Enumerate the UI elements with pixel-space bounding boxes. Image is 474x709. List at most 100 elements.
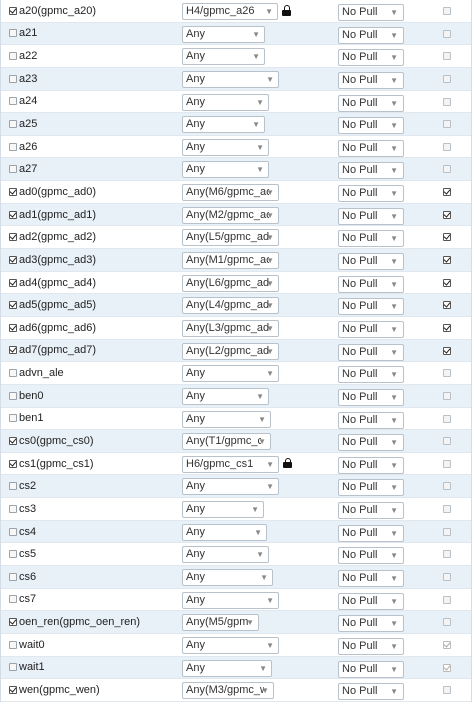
pin-select-checkbox[interactable]: [9, 165, 17, 174]
pin-enable-checkbox[interactable]: [443, 437, 451, 446]
pull-select[interactable]: No Pull ▼: [338, 139, 404, 157]
pin-enable-checkbox[interactable]: [443, 7, 451, 15]
pull-select[interactable]: No Pull ▼: [338, 320, 404, 338]
pin-select-checkbox[interactable]: [9, 663, 17, 672]
pull-select[interactable]: No Pull ▼: [338, 502, 404, 520]
pin-mux-select[interactable]: Any ▼: [182, 523, 267, 541]
pull-select[interactable]: No Pull ▼: [338, 524, 404, 542]
pin-select-checkbox[interactable]: [9, 233, 17, 242]
pin-select-checkbox[interactable]: [9, 255, 17, 264]
pull-select[interactable]: No Pull ▼: [338, 637, 404, 655]
pull-select[interactable]: No Pull ▼: [338, 388, 404, 406]
pin-mux-select[interactable]: Any(M6/gpmc_ac ▼: [182, 184, 279, 202]
pin-enable-checkbox[interactable]: [443, 459, 451, 468]
pin-mux-select[interactable]: Any ▼: [182, 48, 265, 66]
pull-select[interactable]: No Pull ▼: [338, 683, 404, 701]
pin-select-checkbox[interactable]: [9, 618, 17, 627]
pin-enable-checkbox[interactable]: [443, 120, 451, 129]
pin-enable-checkbox[interactable]: [443, 346, 451, 355]
pull-select[interactable]: No Pull ▼: [338, 456, 404, 474]
pin-enable-checkbox[interactable]: [443, 278, 451, 287]
pin-mux-select[interactable]: Any ▼: [182, 161, 269, 179]
pin-enable-checkbox[interactable]: [443, 595, 451, 604]
pull-select[interactable]: No Pull ▼: [338, 4, 404, 21]
pin-enable-checkbox[interactable]: [443, 414, 451, 423]
pull-select[interactable]: No Pull ▼: [338, 71, 404, 89]
pin-enable-checkbox[interactable]: [443, 482, 451, 491]
pull-select[interactable]: No Pull ▼: [338, 592, 404, 610]
pin-mux-select[interactable]: Any(L6/gpmc_ad ▼: [182, 274, 279, 292]
pin-select-checkbox[interactable]: [9, 346, 17, 355]
pin-mux-select[interactable]: Any(L4/gpmc_ad ▼: [182, 297, 279, 315]
pin-mux-select[interactable]: Any(M2/gpmc_ac ▼: [182, 206, 279, 224]
pin-select-checkbox[interactable]: [9, 29, 17, 38]
pin-mux-select[interactable]: Any ▼: [182, 387, 269, 405]
pull-select[interactable]: No Pull ▼: [338, 162, 404, 180]
pin-select-checkbox[interactable]: [9, 278, 17, 287]
pull-select[interactable]: No Pull ▼: [338, 207, 404, 225]
pin-select-checkbox[interactable]: [9, 6, 17, 15]
pull-select[interactable]: No Pull ▼: [338, 411, 404, 429]
pin-enable-checkbox[interactable]: [443, 256, 451, 265]
pin-select-checkbox[interactable]: [9, 436, 17, 445]
pin-mux-select[interactable]: Any ▼: [182, 25, 265, 43]
pull-select[interactable]: No Pull ▼: [338, 434, 404, 452]
pin-mux-select[interactable]: Any(T1/gpmc_cs0▼: [182, 433, 271, 451]
pull-select[interactable]: No Pull ▼: [338, 49, 404, 67]
pin-enable-checkbox[interactable]: [443, 663, 451, 672]
pin-mux-select[interactable]: Any(M5/gpmc_oe▼: [182, 614, 259, 632]
pin-mux-select[interactable]: Any(L5/gpmc_ad ▼: [182, 229, 279, 247]
pin-enable-checkbox[interactable]: [443, 573, 451, 582]
pin-select-checkbox[interactable]: [9, 142, 17, 151]
pin-select-checkbox[interactable]: [9, 459, 17, 468]
pin-select-checkbox[interactable]: [9, 187, 17, 196]
pull-select[interactable]: No Pull ▼: [338, 660, 404, 678]
pin-mux-select[interactable]: Any ▼: [182, 93, 269, 111]
pin-enable-checkbox[interactable]: [443, 505, 451, 514]
pin-select-checkbox[interactable]: [9, 550, 17, 559]
pin-mux-select[interactable]: Any(M1/gpmc_ac ▼: [182, 252, 279, 270]
pin-enable-checkbox[interactable]: [443, 391, 451, 400]
pin-enable-checkbox[interactable]: [443, 301, 451, 310]
pin-mux-select[interactable]: Any ▼: [182, 636, 279, 654]
pin-select-checkbox[interactable]: [9, 482, 17, 491]
pin-select-checkbox[interactable]: [9, 74, 17, 83]
pin-select-checkbox[interactable]: [9, 369, 17, 378]
pin-mux-select[interactable]: Any ▼: [182, 478, 279, 496]
pin-enable-checkbox[interactable]: [443, 188, 451, 197]
pin-select-checkbox[interactable]: [9, 323, 17, 332]
pin-select-checkbox[interactable]: [9, 527, 17, 536]
pin-mux-select[interactable]: Any ▼: [182, 116, 265, 134]
pull-select[interactable]: No Pull ▼: [338, 479, 404, 497]
pull-select[interactable]: No Pull ▼: [338, 26, 404, 44]
pin-mux-select[interactable]: Any ▼: [182, 659, 272, 677]
pin-mux-select[interactable]: Any ▼: [182, 410, 271, 428]
pin-select-checkbox[interactable]: [9, 52, 17, 61]
pin-select-checkbox[interactable]: [9, 210, 17, 219]
pin-enable-checkbox[interactable]: [443, 550, 451, 559]
pin-enable-checkbox[interactable]: [443, 640, 451, 649]
pin-enable-checkbox[interactable]: [443, 210, 451, 219]
pin-mux-select[interactable]: Any ▼: [182, 569, 273, 587]
pin-mux-select[interactable]: Any ▼: [182, 70, 279, 88]
pull-select[interactable]: No Pull ▼: [338, 117, 404, 135]
pin-mux-select[interactable]: Any ▼: [182, 591, 279, 609]
pull-select[interactable]: No Pull ▼: [338, 343, 404, 361]
pin-enable-checkbox[interactable]: [443, 233, 451, 242]
pin-enable-checkbox[interactable]: [443, 52, 451, 61]
pin-mux-select[interactable]: H6/gpmc_cs1 ▼: [182, 455, 279, 473]
pin-mux-select[interactable]: Any ▼: [182, 546, 269, 564]
pin-enable-checkbox[interactable]: [443, 142, 451, 151]
pin-enable-checkbox[interactable]: [443, 74, 451, 83]
pin-select-checkbox[interactable]: [9, 391, 17, 400]
pull-select[interactable]: No Pull ▼: [338, 547, 404, 565]
pull-select[interactable]: No Pull ▼: [338, 366, 404, 384]
pin-select-checkbox[interactable]: [9, 120, 17, 129]
pull-select[interactable]: No Pull ▼: [338, 185, 404, 203]
pull-select[interactable]: No Pull ▼: [338, 275, 404, 293]
pin-enable-checkbox[interactable]: [443, 165, 451, 174]
pin-select-checkbox[interactable]: [9, 595, 17, 604]
pin-enable-checkbox[interactable]: [443, 29, 451, 38]
pin-mux-select[interactable]: Any(L2/gpmc_ad ▼: [182, 342, 279, 360]
pin-select-checkbox[interactable]: [9, 414, 17, 423]
